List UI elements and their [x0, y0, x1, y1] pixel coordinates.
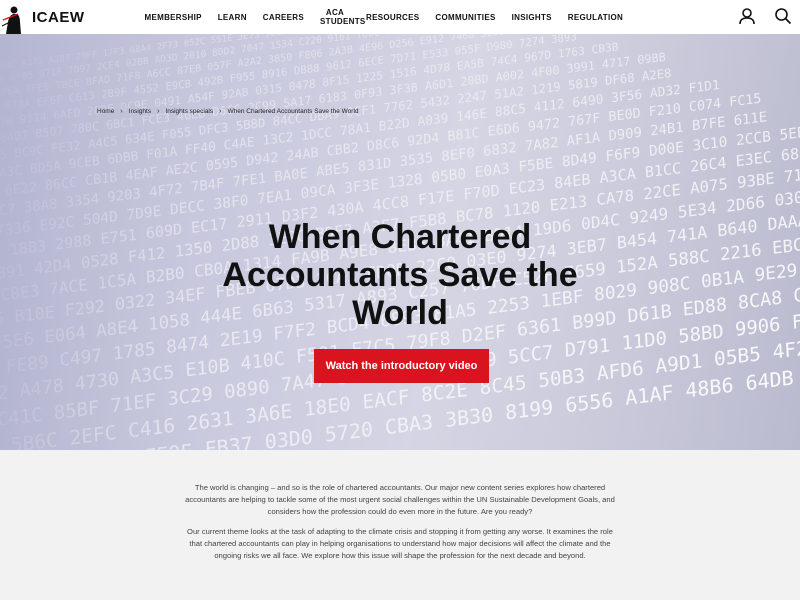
hero-banner: 7813 781E 964C A173 A287 20FF 17F3 68A4 … [0, 34, 800, 450]
breadcrumb-insights-specials[interactable]: Insights specials [165, 108, 213, 115]
nav-item-resources[interactable]: RESOURCES [366, 13, 419, 22]
nav-item-membership[interactable]: MEMBERSHIP [145, 13, 202, 22]
intro-section: The world is changing – and so is the ro… [0, 450, 800, 600]
nav-item-regulation[interactable]: REGULATION [568, 13, 623, 22]
logo-figure-icon [0, 0, 30, 34]
watch-video-button[interactable]: Watch the introductory video [314, 349, 489, 383]
logo-text: ICAEW [32, 8, 85, 26]
page-title: When Chartered Accountants Save the Worl… [222, 218, 578, 332]
header-icons [738, 7, 792, 25]
breadcrumb-insights[interactable]: Insights [129, 108, 151, 115]
breadcrumb-home[interactable]: Home [97, 108, 114, 115]
intro-paragraph-1: The world is changing – and so is the ro… [185, 483, 615, 516]
chevron-right-icon: › [120, 108, 123, 115]
breadcrumb: Home › Insights › Insights specials › Wh… [97, 108, 359, 115]
nav-item-aca-students[interactable]: ACA STUDENTS [320, 8, 366, 26]
nav-item-careers[interactable]: CAREERS [263, 13, 304, 22]
breadcrumb-current: When Chartered Accountants Save the Worl… [227, 108, 359, 115]
intro-paragraph-2: Our current theme looks at the task of a… [187, 527, 613, 560]
logo[interactable]: ICAEW [0, 0, 85, 34]
chevron-right-icon: › [219, 108, 222, 115]
search-icon[interactable] [774, 7, 792, 25]
site-header: ICAEW MEMBERSHIP LEARN CAREERS ACA STUDE… [0, 0, 800, 34]
user-icon[interactable] [738, 7, 756, 25]
nav-item-aca-students-line1: ACA [325, 8, 345, 17]
chevron-right-icon: › [157, 108, 160, 115]
nav-item-insights[interactable]: INSIGHTS [512, 13, 552, 22]
main-nav: MEMBERSHIP LEARN CAREERS ACA STUDENTS RE… [145, 8, 640, 26]
nav-item-communities[interactable]: COMMUNITIES [435, 13, 495, 22]
nav-item-aca-students-line2: STUDENTS [320, 17, 366, 26]
nav-item-learn[interactable]: LEARN [218, 13, 247, 22]
